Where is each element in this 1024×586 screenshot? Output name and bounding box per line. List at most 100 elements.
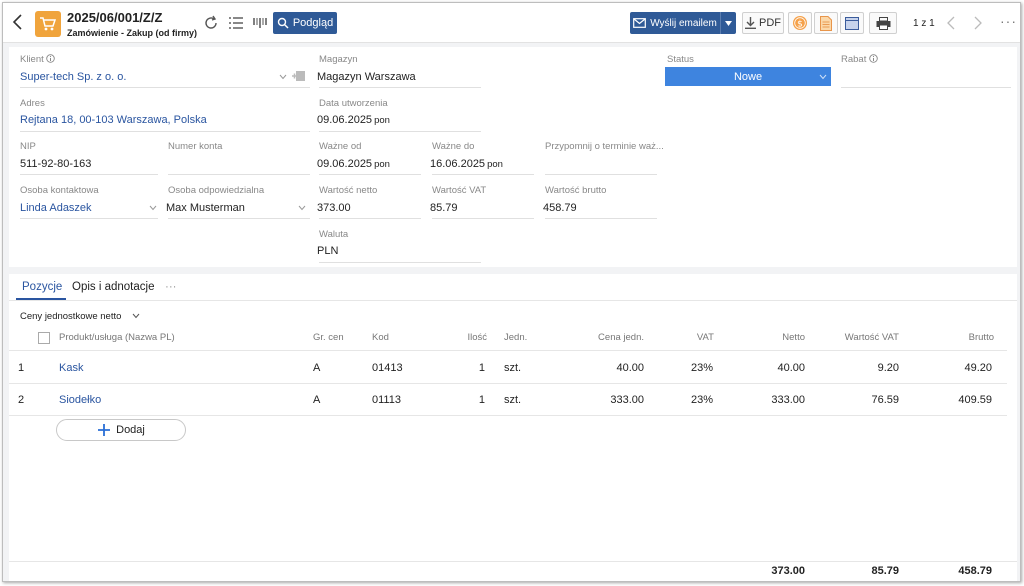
valid-to-field[interactable]: 16.06.2025 pon <box>430 158 503 170</box>
cell-qty[interactable]: 1 <box>439 394 485 406</box>
info-icon <box>46 54 56 63</box>
cell-net: 333.00 <box>771 394 805 406</box>
mail-icon <box>633 18 647 28</box>
address-field[interactable]: Rejtana 18, 00-103 Warszawa, Polska <box>20 114 207 126</box>
product-link[interactable]: Siodełko <box>59 394 101 406</box>
cell-vat: 23% <box>690 362 713 374</box>
tab-more[interactable]: ··· <box>165 281 177 293</box>
created-date-label: Data utworzenia <box>319 98 388 109</box>
contact-person-label: Osoba kontaktowa <box>20 185 99 196</box>
cell-code: 01413 <box>372 362 403 374</box>
select-all-checkbox[interactable] <box>38 332 50 344</box>
app-window: 2025/06/001/Z/Z Zamówienie - Zakup (od f… <box>2 2 1021 582</box>
cell-code: 01113 <box>372 394 401 406</box>
status-label: Status <box>667 54 694 65</box>
cell-gross: 409.59 <box>958 394 992 406</box>
add-item-button[interactable]: Dodaj <box>56 419 186 441</box>
col-product[interactable]: Produkt/usługa (Nazwa PL) <box>59 332 175 343</box>
status-value: Nowe <box>733 70 763 83</box>
currency-label: Waluta <box>319 229 349 240</box>
net-value-label: Wartość netto <box>319 185 378 196</box>
tab-positions[interactable]: Pozycje <box>22 281 62 293</box>
back-icon[interactable] <box>11 13 25 31</box>
discount-label: Rabat <box>841 54 878 65</box>
account-number-label: Numer konta <box>168 141 223 152</box>
cell-vat-value: 76.59 <box>871 394 899 406</box>
chevron-right-icon[interactable] <box>973 16 983 30</box>
print-icon <box>876 16 890 30</box>
created-date-field[interactable]: 09.06.2025 pon <box>317 114 390 126</box>
download-icon <box>745 17 756 29</box>
col-net[interactable]: Netto <box>729 332 805 343</box>
col-price-group[interactable]: Gr. cen <box>313 332 344 343</box>
items-panel: Pozycje Opis i adnotacje ··· Ceny jednos… <box>9 274 1017 581</box>
chevron-down-icon[interactable] <box>298 205 306 211</box>
total-vat: 85.79 <box>871 565 899 577</box>
preview-button[interactable]: Podgląd <box>273 12 337 34</box>
toolbar: 2025/06/001/Z/Z Zamówienie - Zakup (od f… <box>3 3 1020 43</box>
nip-field[interactable]: 511-92-80-163 <box>20 158 91 170</box>
reminder-label: Przypomnij o terminie waż... <box>545 141 664 152</box>
valid-from-field[interactable]: 09.06.2025 pon <box>317 158 390 170</box>
more-menu-button[interactable]: ··· <box>1000 13 1017 29</box>
chevron-down-icon <box>819 74 827 80</box>
responsible-person-label: Osoba odpowiedzialna <box>168 185 265 196</box>
contact-person-field[interactable]: Linda Adaszek <box>20 202 92 214</box>
col-unit[interactable]: Jedn. <box>504 332 527 343</box>
print-button[interactable] <box>869 12 897 34</box>
document-form: Klient Super-tech Sp. z o. o. Adres Rejt… <box>9 47 1017 267</box>
cell-price-group: A <box>313 362 321 374</box>
row-number: 1 <box>18 362 25 374</box>
search-icon <box>277 17 289 29</box>
warehouse-label: Magazyn <box>319 54 358 65</box>
document-type: Zamówienie - Zakup (od firmy) <box>67 28 198 38</box>
col-unit-price[interactable]: Cena jedn. <box>569 332 644 343</box>
col-vat-value[interactable]: Wartość VAT <box>819 332 899 343</box>
list-icon[interactable] <box>228 15 244 31</box>
tab-description[interactable]: Opis i adnotacje <box>72 281 154 293</box>
table-view-button[interactable] <box>840 12 864 34</box>
col-code[interactable]: Kod <box>372 332 389 343</box>
total-net: 373.00 <box>771 565 805 577</box>
price-mode-select[interactable]: Ceny jednostkowe netto <box>20 311 140 322</box>
chevron-down-icon[interactable] <box>279 74 287 80</box>
pager: 1 z 1 <box>913 18 935 29</box>
dollar-icon: $ <box>793 16 807 30</box>
net-value-field: 373.00 <box>317 202 351 214</box>
client-field[interactable]: Super-tech Sp. z o. o. <box>20 71 126 83</box>
col-vat[interactable]: VAT <box>669 332 714 343</box>
warehouse-field[interactable]: Magazyn Warszawa <box>317 71 416 83</box>
cell-unit-price[interactable]: 333.00 <box>569 394 644 406</box>
svg-text:$: $ <box>797 20 803 30</box>
send-email-label: Wyślij emailem <box>650 17 717 29</box>
barcode-icon[interactable] <box>252 15 268 31</box>
row-number: 2 <box>18 394 25 406</box>
cell-vat: 23% <box>690 394 713 406</box>
total-gross: 458.79 <box>958 565 992 577</box>
add-client-icon[interactable] <box>292 70 306 82</box>
chevron-down-icon[interactable] <box>149 205 157 211</box>
client-label: Klient <box>20 54 56 65</box>
document-button[interactable] <box>814 12 838 34</box>
caret-down-icon <box>725 20 732 26</box>
email-options-dropdown[interactable] <box>720 12 736 34</box>
chevron-down-icon <box>132 313 140 319</box>
responsible-person-field[interactable]: Max Musterman <box>166 202 245 214</box>
send-email-button[interactable]: Wyślij emailem <box>630 12 720 34</box>
product-link[interactable]: Kask <box>59 362 83 374</box>
col-gross[interactable]: Brutto <box>914 332 994 343</box>
valid-to-label: Ważne do <box>432 141 475 152</box>
vat-value-label: Wartość VAT <box>432 185 487 196</box>
pdf-button[interactable]: PDF <box>742 12 784 34</box>
cell-unit-price[interactable]: 40.00 <box>569 362 644 374</box>
status-select[interactable]: Nowe <box>665 67 831 86</box>
cell-gross: 49.20 <box>964 362 992 374</box>
payment-button[interactable]: $ <box>788 12 812 34</box>
table-icon <box>845 16 859 30</box>
currency-field[interactable]: PLN <box>317 245 338 257</box>
col-qty[interactable]: Ilość <box>439 332 487 343</box>
cell-qty[interactable]: 1 <box>439 362 485 374</box>
cell-unit: szt. <box>504 362 522 374</box>
chevron-left-icon[interactable] <box>946 16 956 30</box>
refresh-icon[interactable] <box>203 15 219 31</box>
